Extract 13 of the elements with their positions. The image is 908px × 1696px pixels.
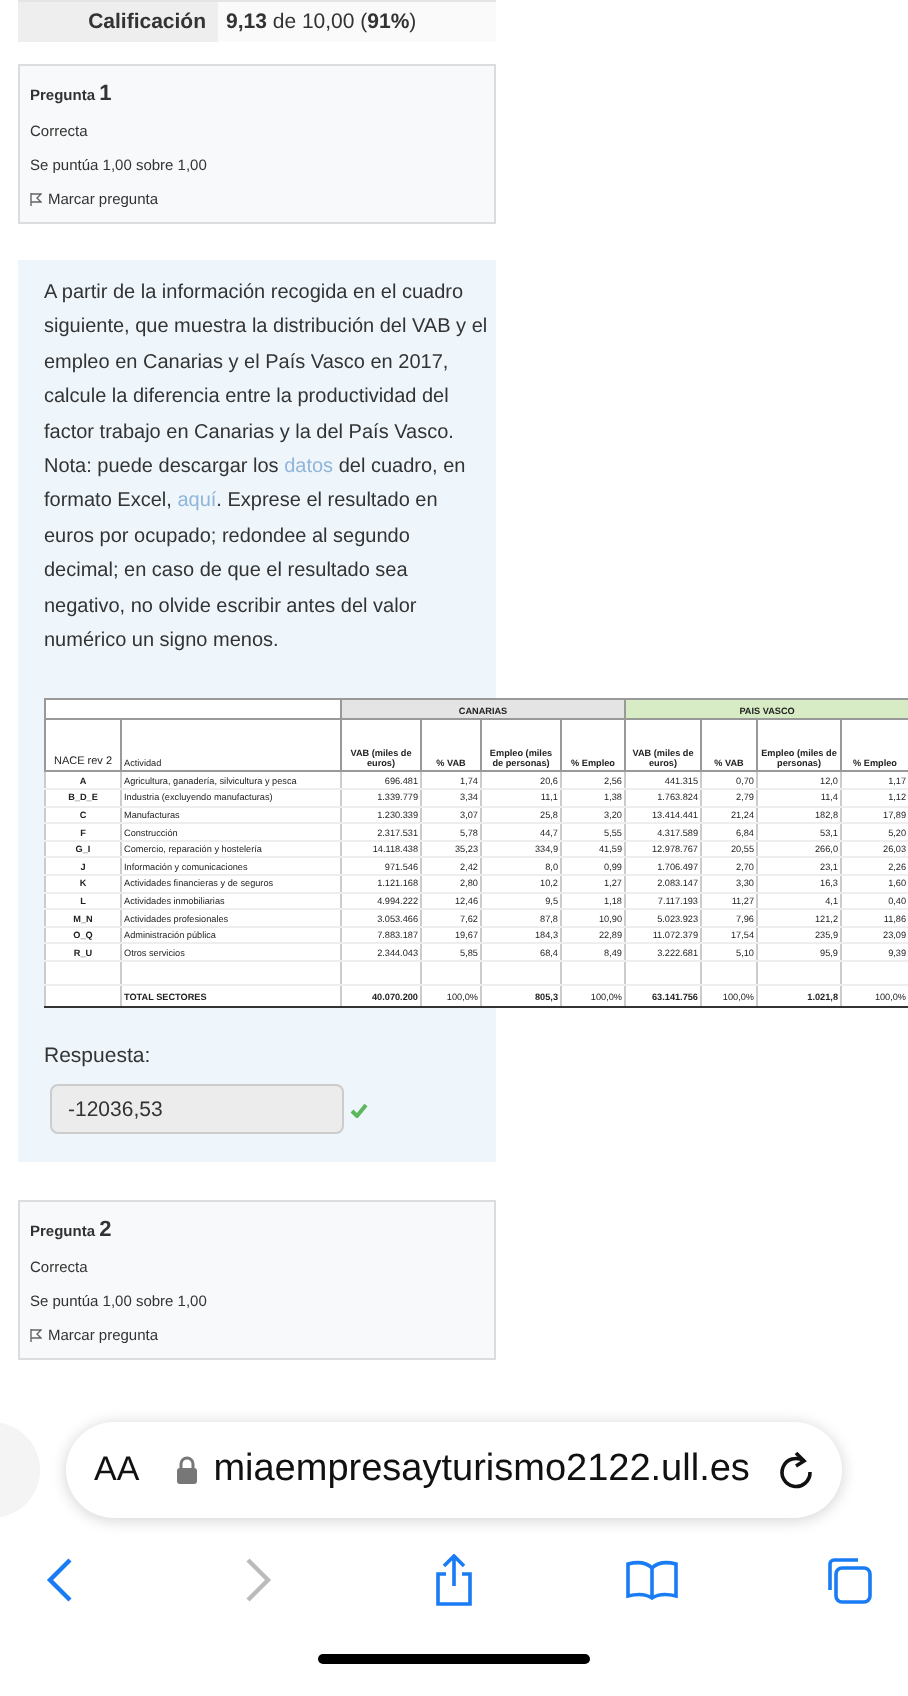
flag-icon [30,1328,42,1342]
grade-label: Calificación [18,2,218,42]
tabs-button[interactable] [822,1554,874,1606]
answer-field[interactable]: -12036,53 [50,1084,344,1134]
answer-label: Respuesta: [44,1044,153,1068]
question-text: A partir de la información recogida en el cuadro siguiente, que muestra la distribución del VAB y el empleo en Canarias y el País Vasco en 2017, calcule la diferencia entre la productividad del factor trabajo en Canarias y la del País Vasco. Nota: puede descargar los datos del cuadro, en formato Excel, aquí. Exprese el resultado en euros por ocupado; redondee al segundo decimal; en caso de que el resultado sea negativo, no olvide escribir antes del valor numérico un signo menos. [44,280,488,657]
text-size-button[interactable]: AA [94,1450,140,1490]
grade-value: 9,13 de 10,00 (91%) [224,8,417,38]
address-bar[interactable]: AA miaempresayturismo2122.ull.es [66,1422,842,1518]
url-text: miaempresayturismo2122.ull.es [213,1448,752,1492]
reload-icon[interactable] [778,1450,814,1490]
flag-icon [30,192,42,206]
lock-icon [175,1456,198,1484]
